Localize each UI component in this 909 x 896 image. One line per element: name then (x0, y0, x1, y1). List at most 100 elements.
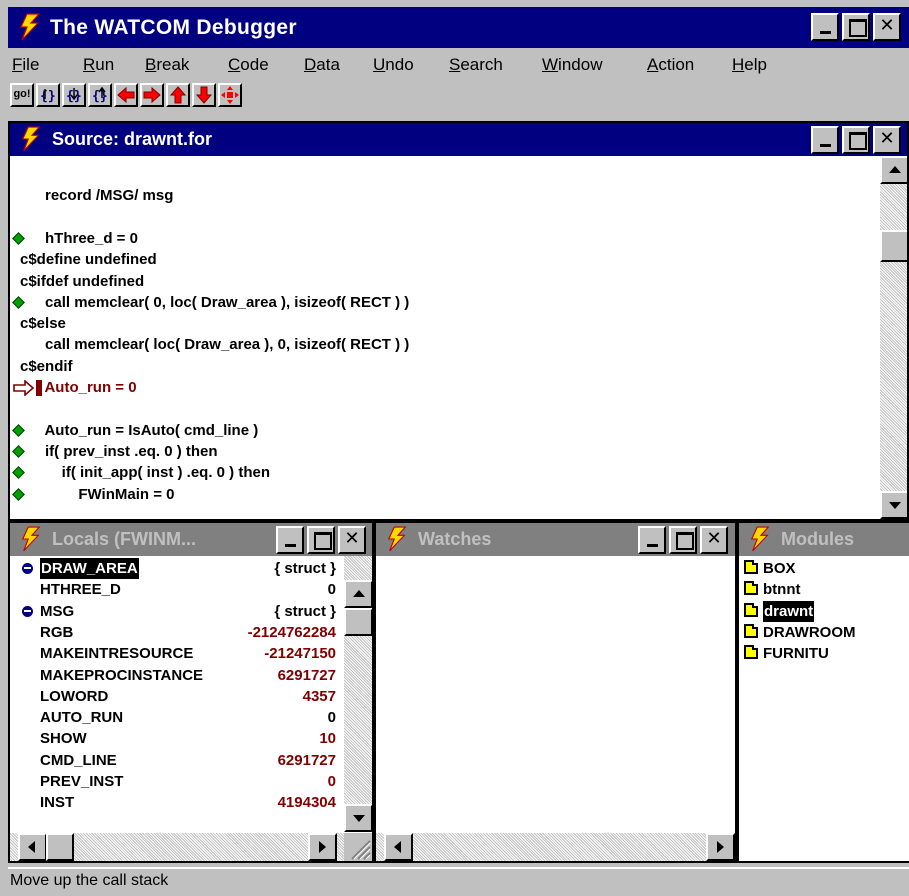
locals-row[interactable]: RGB -2124762284 (10, 622, 340, 643)
source-line[interactable]: c$ifdef undefined (10, 271, 879, 292)
scroll-thumb[interactable] (880, 230, 907, 262)
watches-title-bar[interactable]: Watches ✕ (376, 523, 735, 556)
collapse-icon[interactable] (22, 563, 33, 574)
source-line[interactable]: if( prev_inst .eq. 0 ) then (10, 441, 879, 462)
menu-data[interactable]: Data (304, 51, 340, 79)
maximize-button[interactable] (842, 13, 870, 41)
locals-minimize-button[interactable] (276, 526, 304, 554)
variable-value: 0 (327, 581, 336, 599)
variable-name: AUTO_RUN (40, 709, 124, 727)
watches-minimize-button[interactable] (638, 526, 666, 554)
source-line[interactable]: FWinMain = 0 (10, 484, 879, 505)
module-item[interactable]: DRAWROOM (739, 622, 909, 643)
scroll-thumb[interactable] (344, 608, 372, 636)
locals-list[interactable]: DRAW_AREA { struct } HTHREE_D 0 MSG { struct … (10, 556, 344, 831)
scroll-left-button[interactable] (384, 833, 413, 861)
source-line[interactable]: c$else (10, 313, 879, 334)
source-minimize-button[interactable] (811, 126, 839, 154)
source-line[interactable]: Auto_run = IsAuto( cmd_line ) (10, 420, 879, 441)
scroll-thumb[interactable] (46, 833, 74, 861)
close-button[interactable]: ✕ (873, 13, 901, 41)
menu-file[interactable]: File (12, 51, 39, 79)
locals-close-button[interactable]: ✕ (338, 526, 366, 554)
source-line[interactable]: Auto_run = 0 (10, 377, 879, 398)
locals-row[interactable]: MAKEPROCINSTANCE 6291727 (10, 665, 340, 686)
menu-search[interactable]: Search (449, 51, 503, 79)
toolbar: go! {} {} {} (8, 81, 909, 111)
menu-action[interactable]: Action (647, 51, 694, 79)
menu-code[interactable]: Code (228, 51, 269, 79)
locals-row[interactable]: SHOW 10 (10, 728, 340, 749)
scroll-up-button[interactable] (344, 580, 372, 608)
scroll-up-button[interactable] (880, 156, 907, 184)
modules-list[interactable]: BOX btnnt drawnt DRAWROOM FURNITU (739, 556, 909, 861)
return-button[interactable]: {} (88, 83, 112, 107)
scroll-down-button[interactable] (880, 491, 907, 519)
home-button[interactable] (218, 83, 242, 107)
menu-window[interactable]: Window (542, 51, 602, 79)
menu-undo[interactable]: Undo (373, 51, 414, 79)
down-stack-button[interactable] (192, 83, 216, 107)
forward-button[interactable] (140, 83, 164, 107)
locals-row[interactable]: HTHREE_D 0 (10, 579, 340, 600)
go-button[interactable]: go! (10, 83, 34, 107)
menu-help[interactable]: Help (732, 51, 767, 79)
locals-title-bar[interactable]: Locals (FWINM... ✕ (10, 523, 372, 556)
module-item[interactable]: btnnt (739, 579, 909, 600)
module-item[interactable]: FURNITU (739, 643, 909, 664)
source-vertical-scrollbar[interactable] (880, 156, 907, 519)
source-code-area[interactable]: record /MSG/ msg hThree_d = 0 c$define un… (10, 156, 879, 519)
scroll-right-button[interactable] (706, 833, 735, 861)
module-item[interactable]: BOX (739, 558, 909, 579)
module-item[interactable]: drawnt (739, 600, 909, 622)
locals-horizontal-scrollbar[interactable] (10, 833, 344, 861)
source-line[interactable]: call memclear( 0, loc( Draw_area ), isiz… (10, 292, 879, 313)
back-button[interactable] (114, 83, 138, 107)
source-line[interactable] (10, 207, 879, 228)
source-line[interactable] (10, 164, 879, 185)
module-name: btnnt (763, 581, 801, 599)
locals-row[interactable]: INST 4194304 (10, 792, 340, 813)
menu-run[interactable]: Run (83, 51, 114, 79)
locals-row[interactable]: MAKEINTRESOURCE -21247150 (10, 643, 340, 664)
locals-row[interactable]: MSG { struct } (10, 601, 340, 622)
source-line[interactable]: hThree_d = 0 (10, 228, 879, 249)
watches-horizontal-scrollbar[interactable] (376, 833, 735, 861)
title-bar[interactable]: The WATCOM Debugger ✕ (8, 7, 909, 48)
watches-close-button[interactable]: ✕ (700, 526, 728, 554)
locals-maximize-button[interactable] (307, 526, 335, 554)
source-title-bar[interactable]: Source: drawnt.for ✕ (10, 123, 907, 156)
size-grip[interactable] (344, 833, 372, 861)
source-line[interactable]: c$endif (10, 356, 879, 377)
source-line[interactable]: if( init_app( inst ) .eq. 0 ) then (10, 462, 879, 483)
source-line[interactable]: record /MSG/ msg (10, 185, 879, 206)
locals-vertical-scrollbar[interactable] (344, 556, 372, 832)
menu-label: elp (744, 55, 767, 74)
collapse-icon[interactable] (22, 605, 33, 617)
modules-title-bar[interactable]: Modules (739, 523, 909, 556)
trace-into-button[interactable]: {} (62, 83, 86, 107)
source-maximize-button[interactable] (842, 126, 870, 154)
locals-row[interactable]: PREV_INST 0 (10, 771, 340, 792)
close-icon: ✕ (706, 528, 722, 549)
menu-label: ode (240, 55, 269, 74)
watches-list[interactable] (376, 556, 735, 832)
menu-accelerator: S (449, 55, 461, 74)
scroll-down-button[interactable] (344, 804, 372, 832)
locals-row[interactable]: LOWORD 4357 (10, 686, 340, 707)
source-line[interactable] (10, 398, 879, 419)
trace-over-button[interactable]: {} (36, 83, 60, 107)
menu-break[interactable]: Break (145, 51, 189, 79)
up-stack-button[interactable] (166, 83, 190, 107)
locals-row[interactable]: DRAW_AREA { struct } (10, 558, 340, 579)
source-line[interactable]: c$define undefined (10, 249, 879, 270)
minimize-button[interactable] (811, 13, 839, 41)
menu-label: ndo (385, 55, 414, 74)
scroll-left-button[interactable] (18, 833, 47, 861)
source-close-button[interactable]: ✕ (873, 126, 901, 154)
source-line[interactable]: call memclear( loc( Draw_area ), 0, isiz… (10, 334, 879, 355)
scroll-right-button[interactable] (308, 833, 337, 861)
locals-row[interactable]: AUTO_RUN 0 (10, 707, 340, 728)
watches-maximize-button[interactable] (669, 526, 697, 554)
locals-row[interactable]: CMD_LINE 6291727 (10, 750, 340, 771)
